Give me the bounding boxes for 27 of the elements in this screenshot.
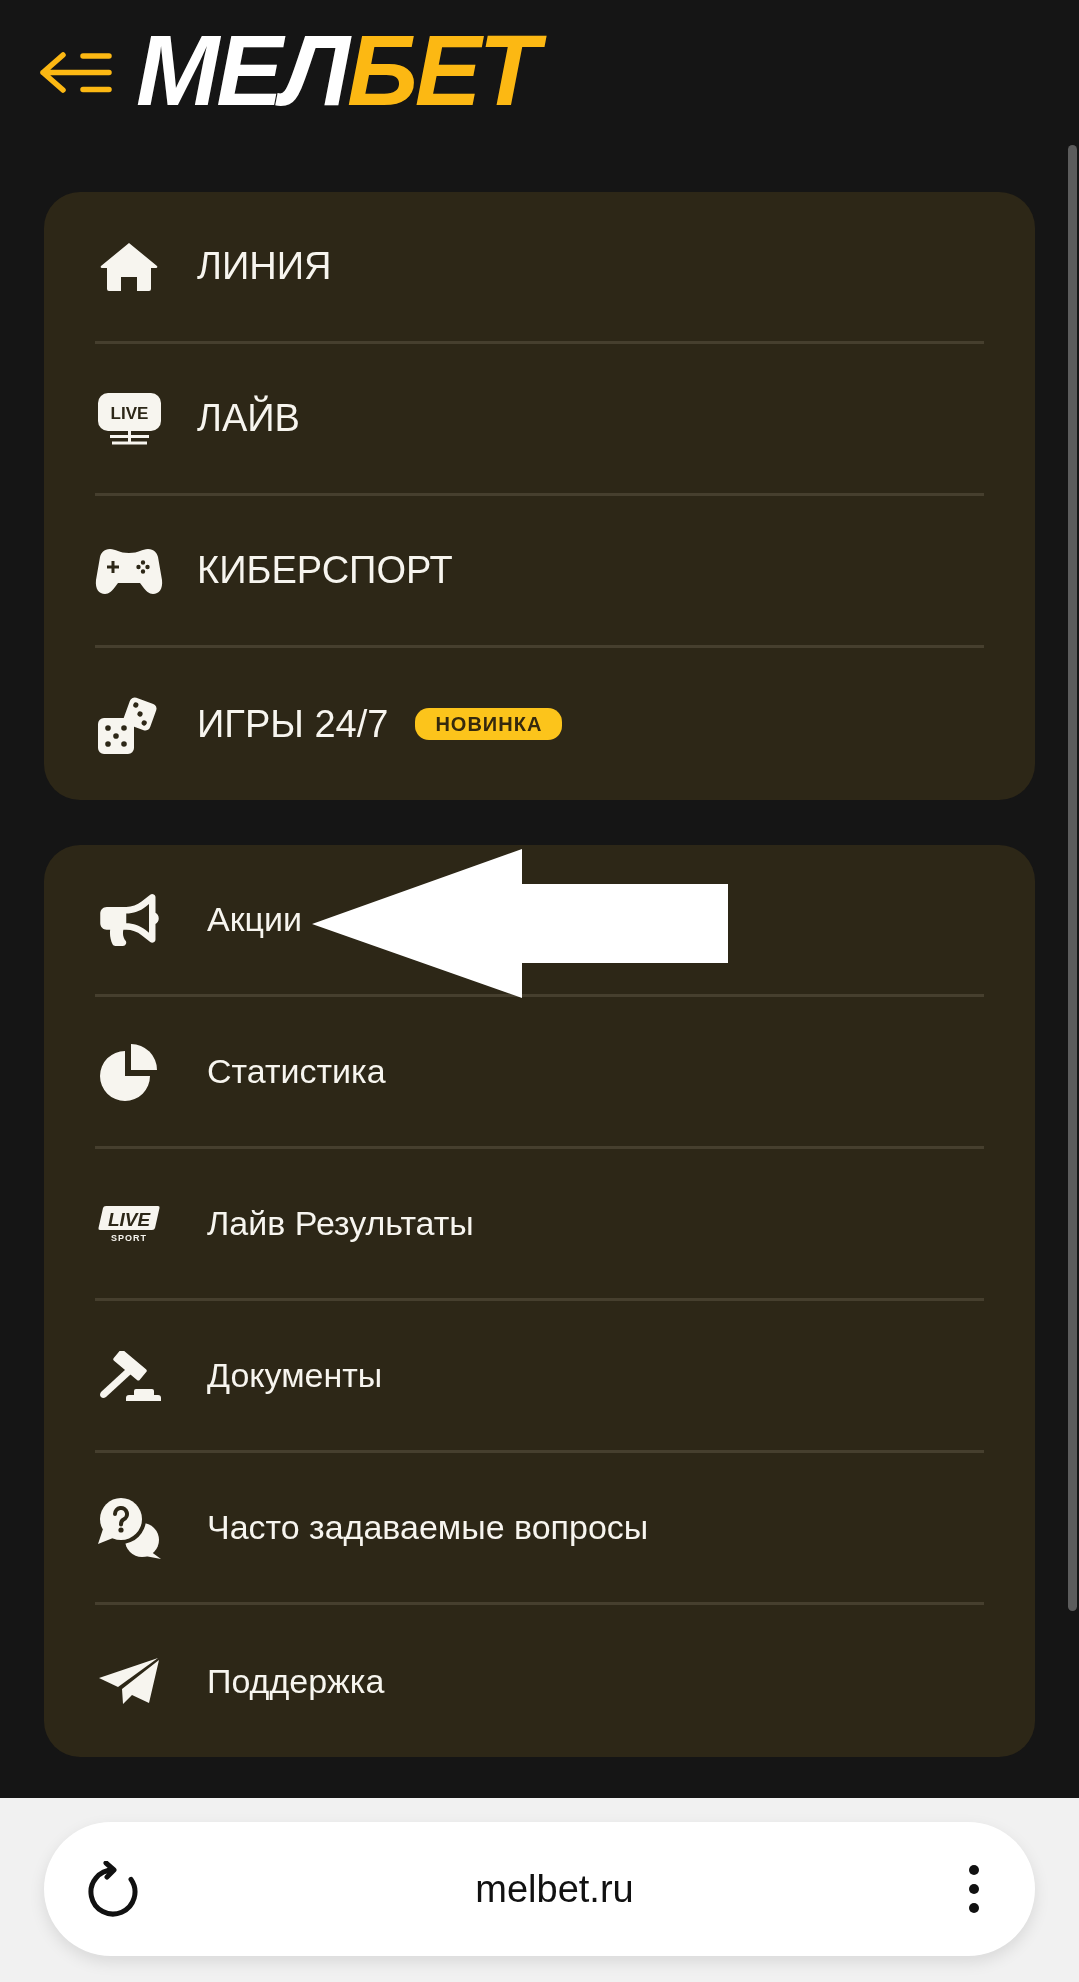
- scrollbar-thumb[interactable]: [1068, 145, 1077, 1611]
- menu-item[interactable]: Поддержка: [95, 1605, 984, 1757]
- url-text[interactable]: melbet.ru: [475, 1860, 634, 1918]
- faq-chat-icon: [97, 1496, 161, 1559]
- new-badge: НОВИНКА: [415, 708, 563, 740]
- pie-chart-icon: [100, 1041, 158, 1102]
- reload-button[interactable]: [86, 1861, 140, 1917]
- more-options-icon: [969, 1865, 979, 1913]
- menu-item[interactable]: ИГРЫ 24/7 НОВИНКА: [95, 648, 984, 800]
- logo[interactable]: МЕЛБЕТ: [134, 20, 555, 120]
- menu-item[interactable]: Статистика: [95, 997, 984, 1149]
- dice-icon: [98, 694, 160, 754]
- menu-item[interactable]: КИБЕРСПОРТ: [95, 496, 984, 648]
- home-icon: [100, 241, 158, 292]
- reload-icon: [86, 1861, 140, 1917]
- paper-plane-icon: [98, 1657, 160, 1705]
- left-arrow-lines-icon: [39, 52, 113, 94]
- more-options-button[interactable]: [969, 1865, 979, 1913]
- back-button[interactable]: [39, 52, 113, 94]
- menu-item[interactable]: ЛИНИЯ: [95, 192, 984, 344]
- megaphone-icon: [99, 893, 159, 946]
- menu-item[interactable]: LIVE SPORT Лайв Результаты: [95, 1149, 984, 1301]
- menu-item[interactable]: Документы: [95, 1301, 984, 1453]
- gamepad-icon: [95, 546, 163, 595]
- menu-item[interactable]: Часто задаваемые вопросы: [95, 1453, 984, 1605]
- menu-item[interactable]: LIVE ЛАЙВ: [95, 344, 984, 496]
- gavel-icon: [97, 1350, 161, 1401]
